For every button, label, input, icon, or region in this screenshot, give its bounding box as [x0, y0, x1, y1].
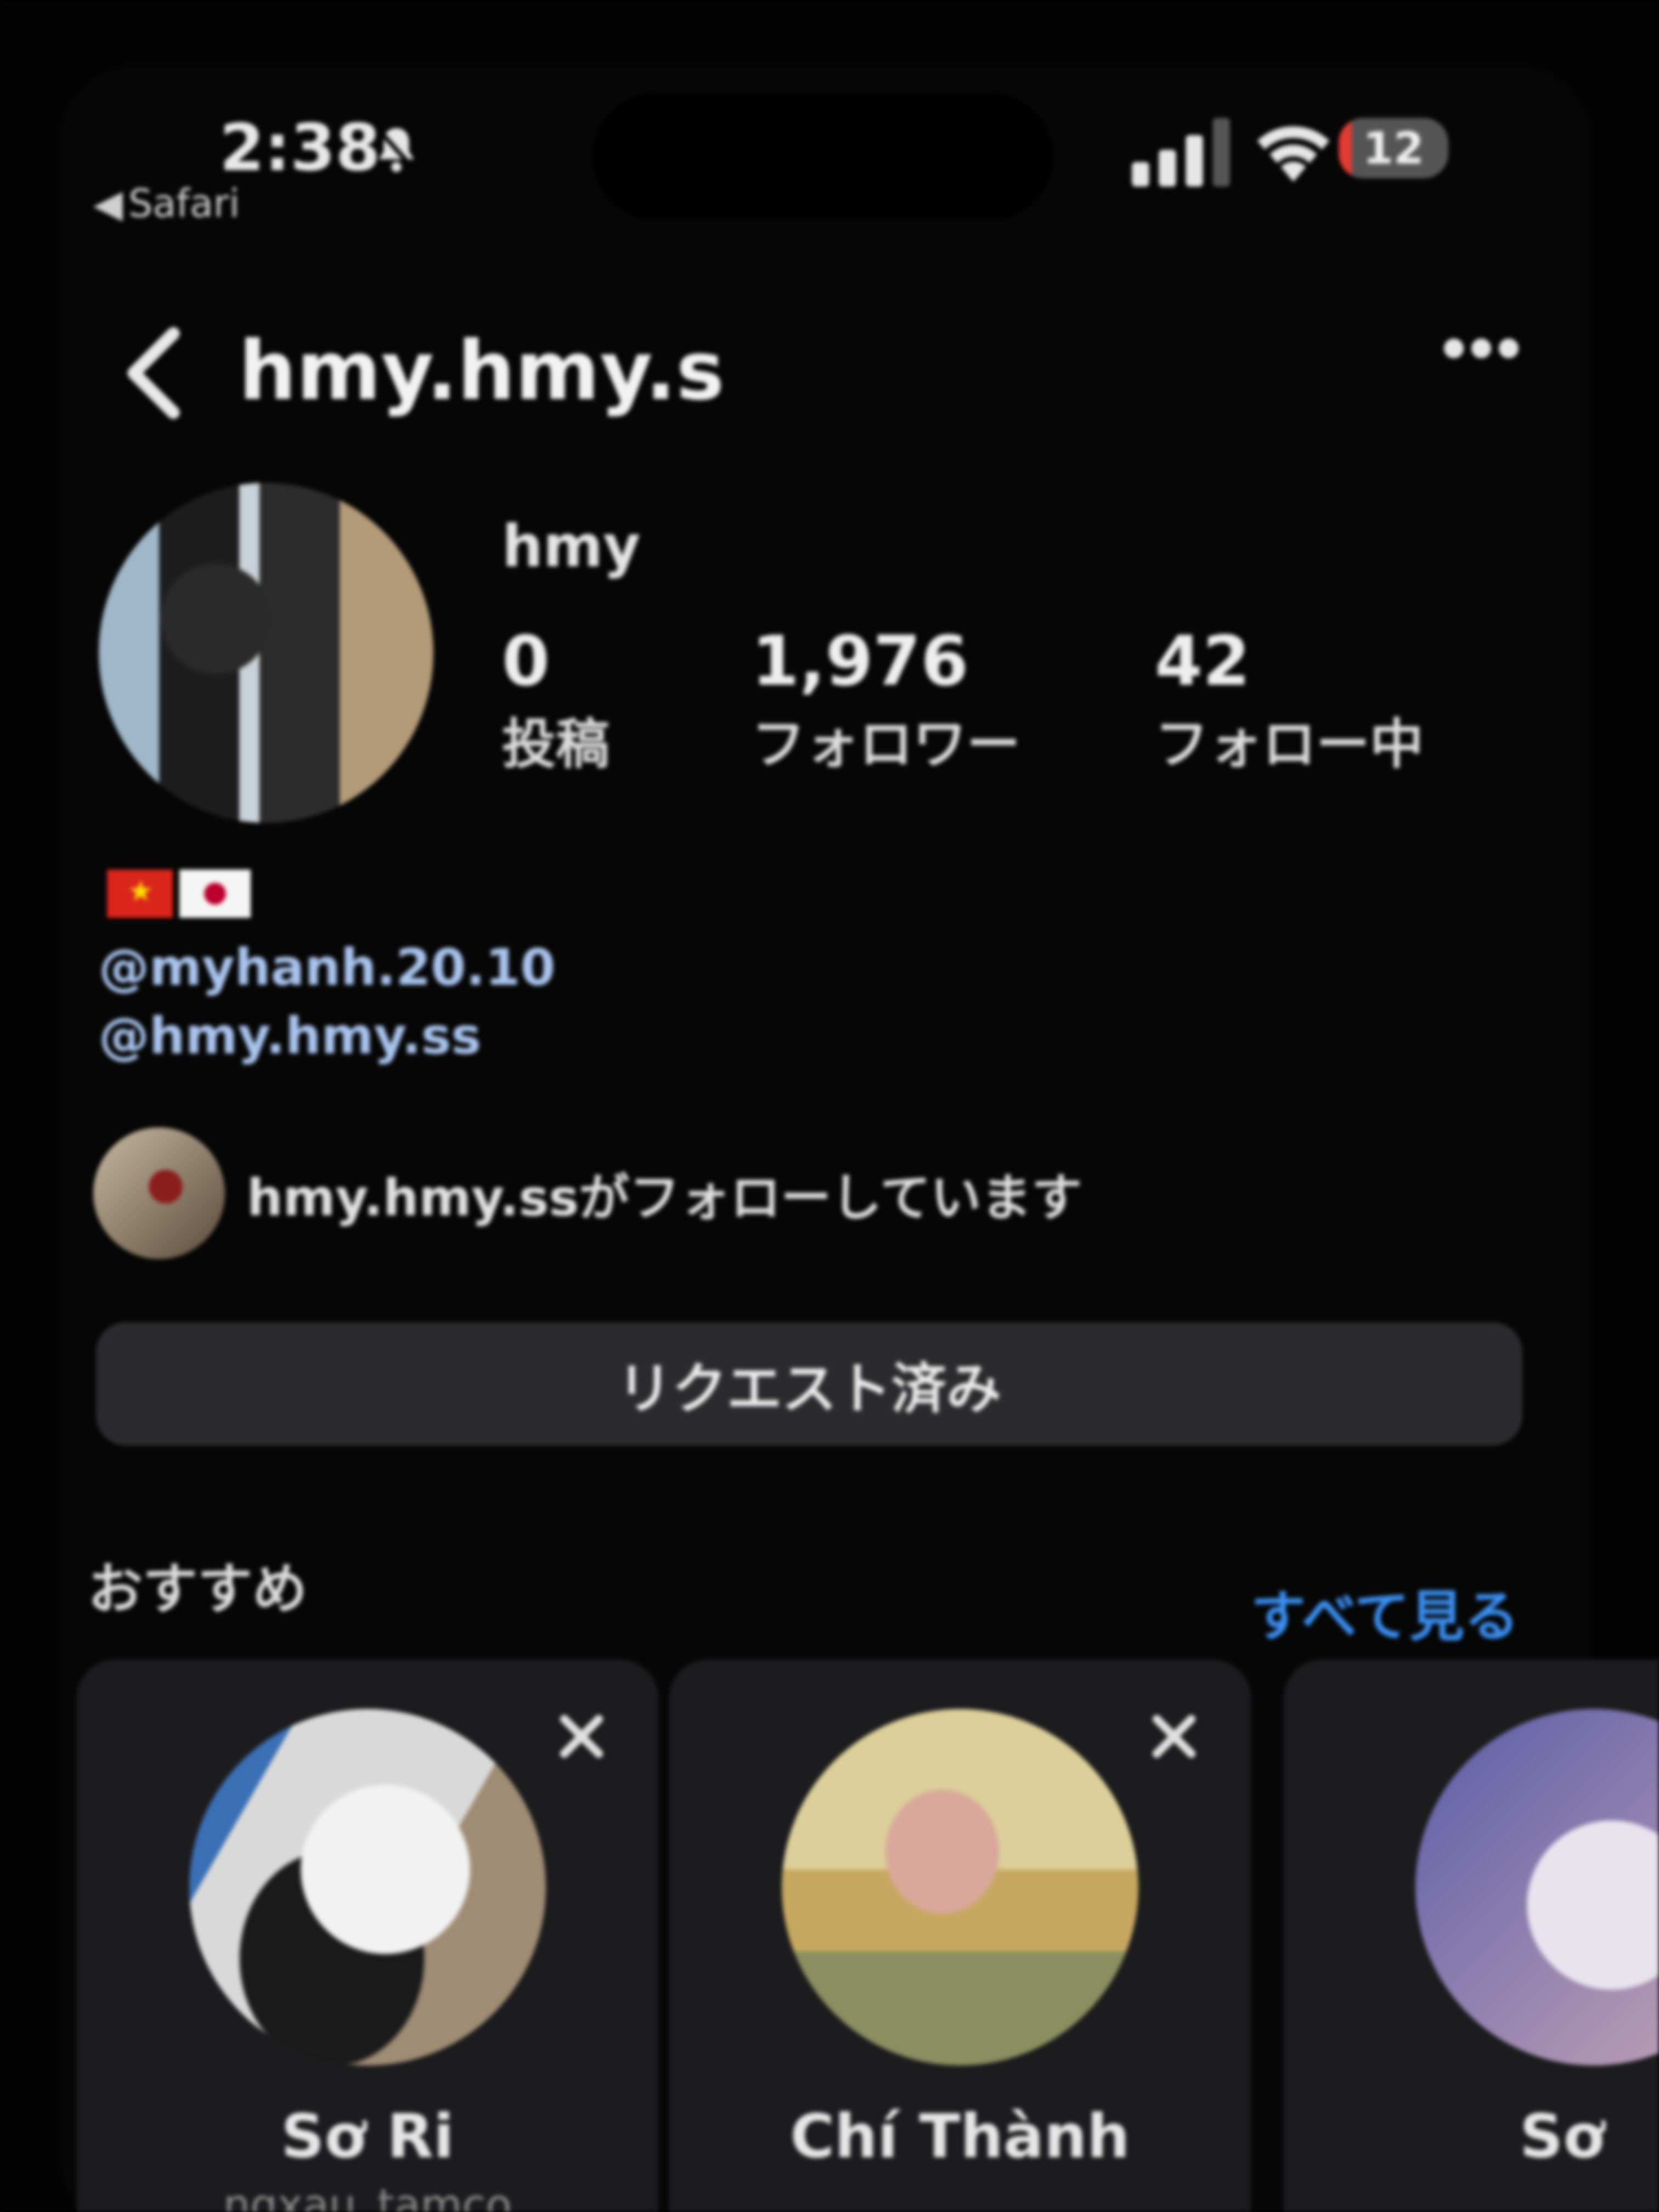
suggestion-card[interactable]: Sơ — [1284, 1660, 1659, 2212]
dynamic-island — [592, 93, 1053, 219]
posts-count: 0 — [502, 622, 550, 701]
following-label: フォロー中 — [1155, 713, 1424, 776]
stat-posts[interactable]: 0 投稿 — [502, 625, 610, 778]
suggestion-name: Sơ Ri — [281, 2101, 454, 2171]
following-count: 42 — [1155, 622, 1250, 701]
more-options-icon[interactable] — [1440, 335, 1522, 362]
back-app-label: Safari — [128, 181, 240, 226]
signal-icon — [1132, 118, 1230, 187]
battery-icon: 12 — [1339, 118, 1448, 178]
profile-username: hmy.hmy.s — [239, 324, 725, 418]
suggestion-card[interactable]: Sơ Ri ngxau_tamco — [77, 1660, 658, 2212]
suggestions-title: おすすめ — [88, 1557, 307, 1621]
followed-by-text: hmy.hmy.ssがフォローしています — [247, 1168, 1082, 1227]
close-icon[interactable] — [557, 1712, 606, 1761]
japan-flag-icon — [179, 870, 251, 918]
followers-label: フォロワー — [752, 713, 1021, 776]
back-chevron-icon[interactable] — [121, 324, 187, 422]
suggestion-name: Sơ — [1520, 2101, 1605, 2171]
stat-following[interactable]: 42 フォロー中 — [1155, 625, 1424, 778]
display-name: hmy — [502, 513, 641, 580]
bio-mention-link[interactable]: @myhanh.20.10 — [99, 938, 555, 997]
vietnam-flag-icon — [107, 870, 173, 918]
back-to-safari[interactable]: ◀ Safari — [93, 181, 240, 226]
wifi-icon — [1257, 126, 1330, 182]
suggestion-name: Chí Thành — [790, 2101, 1130, 2171]
suggestion-avatar[interactable] — [1415, 1709, 1659, 2066]
battery-fill — [1339, 118, 1352, 178]
status-time: 2:38 — [219, 110, 381, 185]
back-triangle-icon: ◀ — [93, 181, 123, 226]
suggestion-card[interactable]: Chí Thành — [669, 1660, 1251, 2212]
followed-by-row[interactable]: hmy.hmy.ssがフォローしています — [93, 1127, 1082, 1259]
followers-count: 1,976 — [752, 622, 969, 701]
close-icon[interactable] — [1149, 1712, 1199, 1761]
bell-icon — [377, 128, 416, 172]
battery-level: 12 — [1363, 122, 1424, 174]
suggestion-avatar[interactable] — [782, 1709, 1138, 2066]
posts-label: 投稿 — [502, 713, 610, 776]
screen-photo: 2:38 ◀ Safari 12 hmy.hmy.s hmy 0 投稿 1,97… — [0, 0, 1659, 2212]
bio-mention-link[interactable]: @hmy.hmy.ss — [99, 1007, 481, 1065]
profile-avatar[interactable] — [99, 483, 433, 823]
stat-followers[interactable]: 1,976 フォロワー — [752, 625, 1020, 778]
suggestion-avatar[interactable] — [189, 1709, 546, 2066]
suggestion-username: ngxau_tamco — [223, 2181, 512, 2212]
requested-button[interactable]: リクエスト済み — [96, 1322, 1522, 1446]
follower-avatar — [93, 1127, 225, 1259]
bio-flags — [107, 870, 251, 918]
see-all-link[interactable]: すべて見る — [1251, 1572, 1519, 1651]
